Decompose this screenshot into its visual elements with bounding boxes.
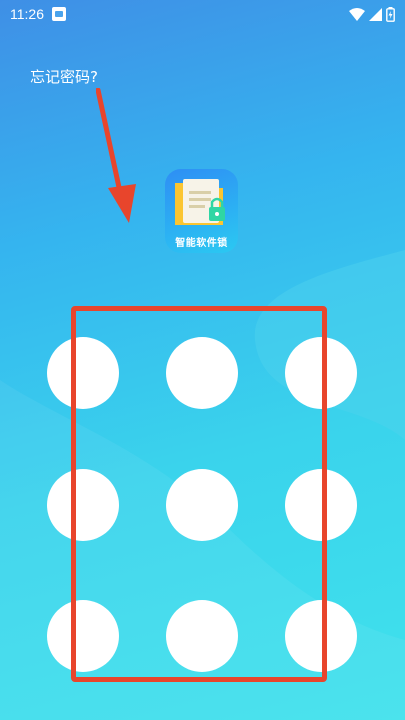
signal-icon [369, 7, 382, 21]
pattern-dot-5[interactable] [166, 469, 238, 541]
annotation-arrow-icon [96, 88, 136, 223]
pattern-dot-6[interactable] [285, 469, 357, 541]
wifi-icon [349, 7, 365, 21]
status-bar: 11:26 [0, 0, 405, 28]
forgot-password-link[interactable]: 忘记密码? [30, 66, 98, 87]
app-icon: 智能软件锁 [165, 169, 238, 253]
app-notification-icon [52, 7, 66, 21]
app-label: 智能软件锁 [175, 238, 228, 249]
pattern-dot-1[interactable] [47, 337, 119, 409]
pattern-dot-2[interactable] [166, 337, 238, 409]
pattern-dot-7[interactable] [47, 600, 119, 672]
battery-charging-icon [386, 6, 395, 22]
folder-lock-icon [175, 179, 225, 225]
status-icons [349, 6, 395, 22]
pattern-dot-3[interactable] [285, 337, 357, 409]
pattern-dot-4[interactable] [47, 469, 119, 541]
pattern-dot-8[interactable] [166, 600, 238, 672]
status-time: 11:26 [10, 6, 44, 22]
pattern-dot-9[interactable] [285, 600, 357, 672]
